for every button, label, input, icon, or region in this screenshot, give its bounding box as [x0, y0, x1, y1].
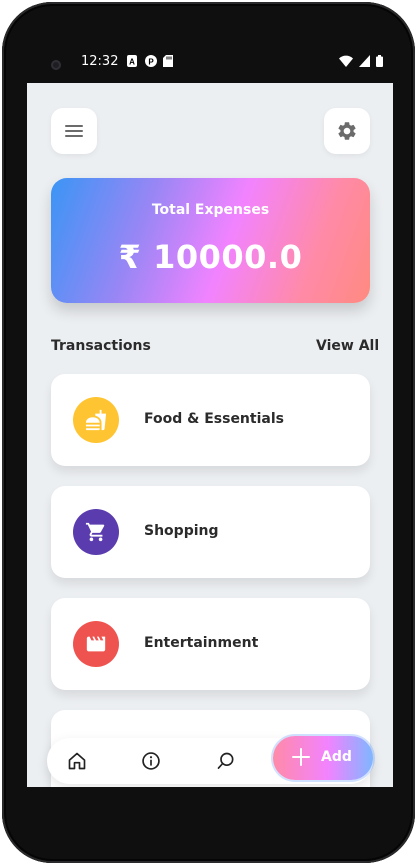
app-screen: Total Expenses ₹ 10000.0 Transactions Vi…: [27, 83, 393, 787]
phone-frame: 12:32 A P Total Expenses ₹ 10000.0 Trans…: [2, 2, 415, 863]
transaction-card-shopping[interactable]: Shopping: [51, 486, 370, 578]
category-icon-circle: [73, 621, 119, 667]
battery-icon: [376, 55, 383, 67]
info-button[interactable]: [139, 749, 163, 773]
add-button[interactable]: Add: [273, 736, 373, 780]
transaction-card-entertainment[interactable]: Entertainment: [51, 598, 370, 690]
svg-text:A: A: [129, 58, 135, 67]
cart-icon: [85, 522, 105, 542]
front-camera: [51, 60, 61, 70]
search-icon: [217, 752, 234, 769]
transaction-card-food[interactable]: Food & Essentials: [51, 374, 370, 466]
settings-button[interactable]: [324, 108, 370, 154]
total-expenses-card: Total Expenses ₹ 10000.0: [51, 178, 370, 303]
transaction-label: Food & Essentials: [144, 411, 284, 427]
menu-icon: [65, 125, 83, 137]
menu-button[interactable]: [51, 108, 97, 154]
sd-card-icon: [163, 55, 173, 67]
transaction-label: Shopping: [144, 523, 219, 539]
home-button[interactable]: [65, 749, 89, 773]
total-expenses-label: Total Expenses: [151, 202, 270, 218]
total-expenses-amount: ₹ 10000.0: [118, 238, 303, 276]
signal-icon: [359, 55, 370, 67]
home-icon: [68, 752, 86, 770]
plus-icon: [292, 748, 310, 766]
notification-p-icon: P: [145, 55, 157, 67]
wifi-icon: [339, 55, 353, 67]
notification-a-icon: A: [127, 55, 137, 67]
status-bar: 12:32 A P: [27, 46, 393, 80]
view-all-link[interactable]: View All: [316, 338, 379, 354]
transactions-title: Transactions: [51, 338, 151, 354]
add-button-label: Add: [321, 749, 352, 765]
transaction-label: Entertainment: [144, 635, 259, 651]
category-icon-circle: [73, 509, 119, 555]
clapperboard-icon: [86, 636, 106, 652]
gear-icon: [338, 122, 356, 140]
category-icon-circle: [73, 397, 119, 443]
info-icon: [142, 752, 160, 770]
fastfood-icon: [85, 409, 107, 431]
svg-text:P: P: [148, 58, 154, 67]
search-button[interactable]: [214, 749, 238, 773]
status-time: 12:32: [81, 54, 119, 69]
